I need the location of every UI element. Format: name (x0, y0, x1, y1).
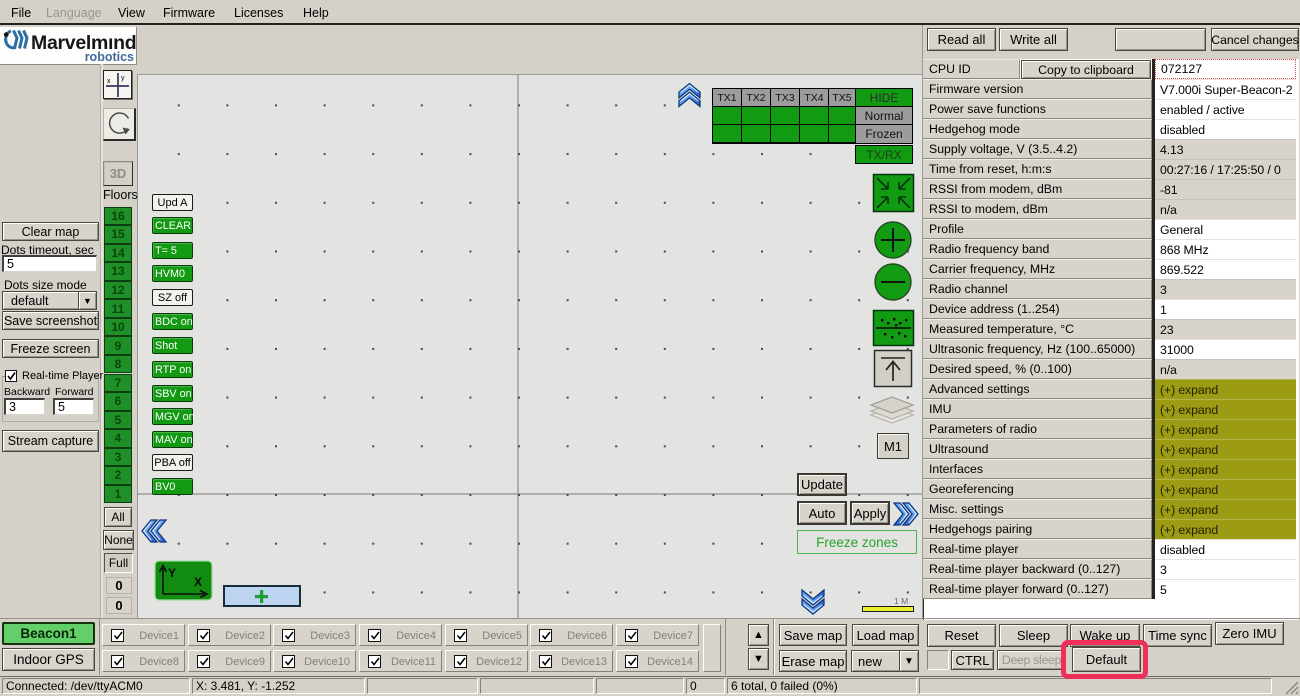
svg-text:x: x (107, 78, 111, 85)
svg-text:y: y (121, 75, 125, 82)
svg-text:Y: Y (168, 566, 176, 580)
svg-text:X: X (194, 575, 202, 589)
